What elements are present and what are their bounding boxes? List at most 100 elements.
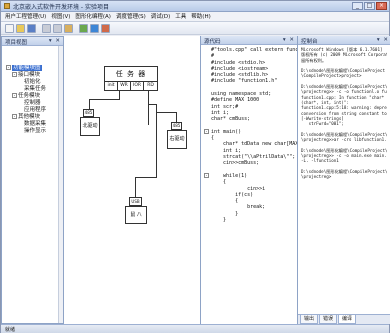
tree-toggle-icon[interactable]: - [6,65,11,70]
project-tree-panel: 项目视图 ▾ ✕ - 功能模块图 - 接口模块 初始化 采集任务 - 任务模块 控制器 应用程序 -… [1,36,64,324]
connector-line [148,104,156,105]
window-controls: _ □ × [352,2,387,10]
diagram-port-ior[interactable]: IOR [130,81,144,91]
tree-item-label: 初始化 [24,79,41,85]
copy-icon[interactable] [53,23,62,33]
tree-item-label: 任务模块 [18,93,41,99]
panel-pin-close-icon[interactable]: ▾ ✕ [49,38,61,44]
fold-toggle-icon[interactable]: - [204,128,209,134]
connector-line [135,177,157,178]
tab-build[interactable]: 编译 [338,315,357,324]
fold-toggle-icon[interactable]: - [204,173,209,178]
tab-output[interactable]: 输出 [300,315,319,324]
diagram-main-module[interactable]: 任 务 器 [104,66,158,82]
output-tabs: 输出 错误 编译 [298,314,390,324]
tree-item[interactable]: 应用程序 [6,107,61,114]
menu-scheduling[interactable]: 调度管理(S) [116,12,146,21]
tab-errors[interactable]: 错误 [319,315,338,324]
editor-pin-close-icon[interactable]: ▾ ✕ [283,37,295,43]
connector-line [89,99,119,100]
debug-icon[interactable] [101,23,110,33]
tree-item-label: 应用程序 [24,107,47,113]
diagram-port-wr[interactable]: WR [117,81,131,91]
tree-item[interactable]: - 接口模块 [6,72,61,79]
tree-item[interactable]: 控制器 [6,100,61,107]
tree-item-label: 功能模块图 [12,65,42,71]
tree-item[interactable]: - 任务模块 [6,93,61,100]
tree-item[interactable]: 初始化 [6,79,61,86]
project-tree-header: 项目视图 ▾ ✕ [2,37,63,46]
console-line: 版权所有 (c) 2009 Microsoft Corporation。保 [301,52,387,58]
diagram-canvas[interactable]: 任 务 器 init WR IOR RD 485 北驱动 485 右驱动 USB… [64,36,200,324]
tree-item[interactable]: 操作显示 [6,128,61,135]
build-icon[interactable] [79,23,88,33]
output-title: 控制台 [301,39,318,45]
tree-item[interactable]: 采集任务 [6,86,61,93]
tree-item-label: 数据采集 [24,121,47,127]
tree-item[interactable]: - 其他模块 [6,114,61,121]
diagram-left-port[interactable]: 485 [83,109,94,117]
menu-project[interactable]: 用户工程管理(U) [5,12,46,21]
console-line: function1.cpp:5:18: warning: deprecated [301,105,387,111]
cut-icon[interactable] [42,23,51,33]
connector-line [156,112,176,113]
tree-item[interactable]: 数据采集 [6,121,61,128]
output-header: 控制台 ▾ ✕ [298,36,390,45]
connector-line [156,104,157,177]
code-editor-header: 源代码 ▾ ✕ [201,36,297,45]
new-file-icon[interactable] [5,23,14,33]
run-icon[interactable] [90,23,99,33]
close-button[interactable]: × [376,2,387,10]
menu-help[interactable]: 帮助(H) [191,12,210,21]
project-tree-title: 项目视图 [5,40,28,46]
code-editor[interactable]: 源代码 ▾ ✕ #"tools.cpp" call extern functio… [200,36,298,324]
title-bar[interactable]: 北京嵌入式软件开发环境 - 实验项目 _ □ × [1,1,389,12]
tree-toggle-icon[interactable]: - [12,93,17,98]
diagram-left-driver[interactable]: 北驱动 [80,117,100,136]
save-icon[interactable] [27,23,36,33]
code-line[interactable]: } [211,217,295,223]
diagram-bottom-port[interactable]: USB [129,197,142,206]
diagram-port-rd[interactable]: RD [143,81,158,91]
console-line: \projectreg>> -c -o functionl.o function… [301,89,387,95]
tree-scrollbar[interactable] [58,46,63,323]
menu-tools[interactable]: 工具 [175,12,186,21]
menu-debug[interactable]: 调试(D) [151,12,171,21]
tree-item-label: 其他模块 [18,114,41,120]
diagram-right-driver[interactable]: 右驱动 [167,130,187,149]
connector-line [119,91,120,100]
minimize-button[interactable]: _ [352,2,363,10]
project-tree: - 功能模块图 - 接口模块 初始化 采集任务 - 任务模块 控制器 应用程序 - 其他模块 数据采集操… [6,65,61,135]
main-window: 北京嵌入式软件开发环境 - 实验项目 _ □ × 用户工程管理(U) 视图(V)… [0,0,390,333]
output-pin-close-icon[interactable]: ▾ ✕ [377,37,389,43]
tree-item-label: 控制器 [24,100,41,106]
connector-line [89,99,90,109]
maximize-button[interactable]: □ [364,2,375,10]
paste-icon[interactable] [64,23,73,33]
tree-toggle-icon[interactable]: - [12,114,17,119]
code-lines[interactable]: #"tools.cpp" call extern functions##incl… [211,47,297,223]
status-bar: 就绪 [1,324,389,333]
diagram-bottom-device[interactable]: 鼠 八 [125,206,147,224]
menu-bar: 用户工程管理(U) 视图(V) 图形化编程(A) 调度管理(S) 调试(D) 工… [1,12,389,22]
open-folder-icon[interactable] [16,23,25,33]
connector-line [176,112,177,122]
connector-line [148,91,149,125]
code-line[interactable]: #"tools.cpp" call extern functions [211,47,297,53]
console-line: \projectreg>>ar -crs libfunction1.a func… [301,137,387,143]
tree-item[interactable]: - 功能模块图 [6,65,61,72]
menu-view[interactable]: 视图(V) [51,12,70,21]
window-title: 北京嵌入式软件开发环境 - 实验项目 [13,4,109,11]
code-line[interactable]: char* tdData new char[MAX] [211,141,297,147]
diagram-port-init[interactable]: init [104,81,118,91]
app-icon [4,3,10,9]
tree-toggle-icon[interactable]: - [12,72,17,77]
output-console: 控制台 ▾ ✕ Microsoft Windows [版本 6.1.7601] 版… [298,36,390,324]
code-editor-title: 源代码 [204,39,221,45]
menu-graphical-programming[interactable]: 图形化编程(A) [75,12,111,21]
tree-item-label: 接口模块 [18,72,41,78]
connector-line [135,177,136,197]
console-line: \projectreg> [301,174,332,180]
diagram-right-port[interactable]: 485 [171,122,182,130]
console-text: Microsoft Windows [版本 6.1.7601] 版权所有 (c) … [301,47,387,179]
